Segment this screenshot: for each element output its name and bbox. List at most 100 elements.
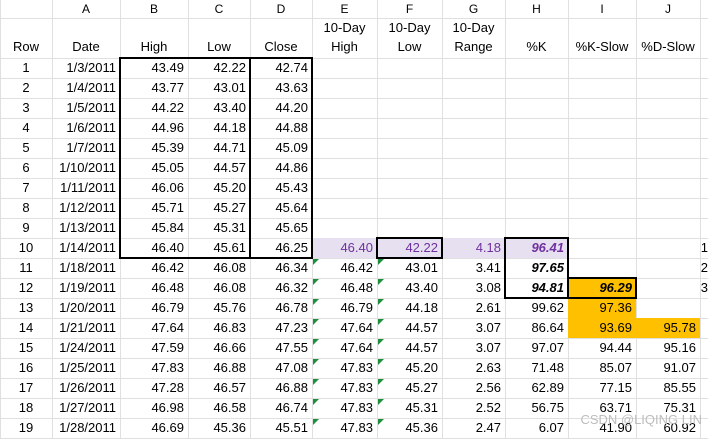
pct-k-cell[interactable]: 56.75 <box>505 398 568 418</box>
date-cell[interactable]: 1/14/2011 <box>52 238 120 258</box>
low10-cell[interactable] <box>377 158 442 178</box>
high10-cell[interactable] <box>312 118 377 138</box>
pct-k-slow-cell[interactable] <box>568 98 636 118</box>
column-header-d[interactable]: D <box>250 0 312 18</box>
pct-d-slow-cell[interactable] <box>636 298 700 318</box>
high10-cell[interactable]: 46.42 <box>312 258 377 278</box>
low-cell[interactable]: 44.18 <box>188 118 250 138</box>
close-cell[interactable]: 47.55 <box>250 338 312 358</box>
date-cell[interactable]: 1/5/2011 <box>52 98 120 118</box>
high10-cell[interactable] <box>312 198 377 218</box>
row-number[interactable]: 1 <box>0 58 52 78</box>
low10-cell[interactable]: 42.22 <box>377 238 442 258</box>
date-cell[interactable]: 1/26/2011 <box>52 378 120 398</box>
low-cell[interactable]: 45.27 <box>188 198 250 218</box>
pct-d-slow-cell[interactable]: 85.55 <box>636 378 700 398</box>
date-cell[interactable]: 1/13/2011 <box>52 218 120 238</box>
pct-k-slow-cell[interactable] <box>568 138 636 158</box>
header-close[interactable]: Close <box>250 18 312 58</box>
header-high[interactable]: High <box>120 18 188 58</box>
header-pct-d-slow[interactable]: %D-Slow <box>636 18 700 58</box>
range10-cell[interactable]: 2.47 <box>442 418 505 438</box>
high10-cell[interactable] <box>312 78 377 98</box>
close-cell[interactable]: 46.88 <box>250 378 312 398</box>
row-number[interactable]: 10 <box>0 238 52 258</box>
range10-cell[interactable] <box>442 198 505 218</box>
high10-cell[interactable]: 47.83 <box>312 358 377 378</box>
high10-cell[interactable]: 47.64 <box>312 318 377 338</box>
pct-k-slow-cell[interactable]: 93.69 <box>568 318 636 338</box>
row-number[interactable]: 18 <box>0 398 52 418</box>
pct-d-slow-cell[interactable]: 95.16 <box>636 338 700 358</box>
low10-cell[interactable]: 44.57 <box>377 338 442 358</box>
pct-k-slow-cell[interactable]: 96.29 <box>568 278 636 298</box>
high10-cell[interactable]: 46.79 <box>312 298 377 318</box>
column-header-b[interactable]: B <box>120 0 188 18</box>
column-header-a[interactable]: A <box>52 0 120 18</box>
range10-cell[interactable] <box>442 98 505 118</box>
pct-k-cell[interactable]: 62.89 <box>505 378 568 398</box>
low10-cell[interactable] <box>377 138 442 158</box>
pct-k-slow-cell[interactable] <box>568 158 636 178</box>
header-10day-low[interactable]: 10-Day Low <box>377 18 442 58</box>
row-number[interactable]: 8 <box>0 198 52 218</box>
column-header-c[interactable]: C <box>188 0 250 18</box>
pct-k-cell[interactable]: 97.65 <box>505 258 568 278</box>
range10-cell[interactable] <box>442 158 505 178</box>
date-cell[interactable]: 1/12/2011 <box>52 198 120 218</box>
low10-cell[interactable]: 43.40 <box>377 278 442 298</box>
date-cell[interactable]: 1/4/2011 <box>52 78 120 98</box>
close-cell[interactable]: 45.64 <box>250 198 312 218</box>
high10-cell[interactable] <box>312 58 377 78</box>
high-cell[interactable]: 46.06 <box>120 178 188 198</box>
high-cell[interactable]: 45.84 <box>120 218 188 238</box>
close-cell[interactable]: 46.25 <box>250 238 312 258</box>
range10-cell[interactable]: 3.08 <box>442 278 505 298</box>
pct-k-slow-cell[interactable] <box>568 198 636 218</box>
pct-d-slow-cell[interactable] <box>636 118 700 138</box>
pct-d-slow-cell[interactable] <box>636 218 700 238</box>
column-header-i[interactable]: I <box>568 0 636 18</box>
row-number[interactable]: 19 <box>0 418 52 438</box>
pct-k-slow-cell[interactable] <box>568 238 636 258</box>
range10-cell[interactable]: 3.07 <box>442 338 505 358</box>
pct-k-cell[interactable] <box>505 78 568 98</box>
column-header-e[interactable]: E <box>312 0 377 18</box>
header-10day-range[interactable]: 10-Day Range <box>442 18 505 58</box>
close-cell[interactable]: 47.23 <box>250 318 312 338</box>
range10-cell[interactable] <box>442 178 505 198</box>
header-10day-high[interactable]: 10-Day High <box>312 18 377 58</box>
pct-k-cell[interactable] <box>505 98 568 118</box>
pct-d-slow-cell[interactable] <box>636 178 700 198</box>
high10-cell[interactable] <box>312 98 377 118</box>
low-cell[interactable]: 45.31 <box>188 218 250 238</box>
pct-k-cell[interactable] <box>505 198 568 218</box>
low-cell[interactable]: 44.57 <box>188 158 250 178</box>
close-cell[interactable]: 45.09 <box>250 138 312 158</box>
date-cell[interactable]: 1/27/2011 <box>52 398 120 418</box>
close-cell[interactable]: 46.74 <box>250 398 312 418</box>
row-number[interactable]: 4 <box>0 118 52 138</box>
low-cell[interactable]: 45.61 <box>188 238 250 258</box>
high10-cell[interactable] <box>312 138 377 158</box>
close-cell[interactable]: 46.78 <box>250 298 312 318</box>
pct-d-slow-cell[interactable]: 91.07 <box>636 358 700 378</box>
close-cell[interactable]: 44.86 <box>250 158 312 178</box>
low10-cell[interactable]: 45.36 <box>377 418 442 438</box>
header-date[interactable]: Date <box>52 18 120 58</box>
date-cell[interactable]: 1/28/2011 <box>52 418 120 438</box>
pct-k-cell[interactable]: 96.41 <box>505 238 568 258</box>
high-cell[interactable]: 43.77 <box>120 78 188 98</box>
high-cell[interactable]: 45.71 <box>120 198 188 218</box>
pct-d-slow-cell[interactable] <box>636 158 700 178</box>
row-number[interactable]: 11 <box>0 258 52 278</box>
close-cell[interactable]: 46.34 <box>250 258 312 278</box>
close-cell[interactable]: 42.74 <box>250 58 312 78</box>
high-cell[interactable]: 46.42 <box>120 258 188 278</box>
high10-cell[interactable]: 47.83 <box>312 418 377 438</box>
date-cell[interactable]: 1/6/2011 <box>52 118 120 138</box>
high10-cell[interactable] <box>312 158 377 178</box>
pct-k-cell[interactable]: 6.07 <box>505 418 568 438</box>
high-cell[interactable]: 46.40 <box>120 238 188 258</box>
pct-k-cell[interactable]: 97.07 <box>505 338 568 358</box>
